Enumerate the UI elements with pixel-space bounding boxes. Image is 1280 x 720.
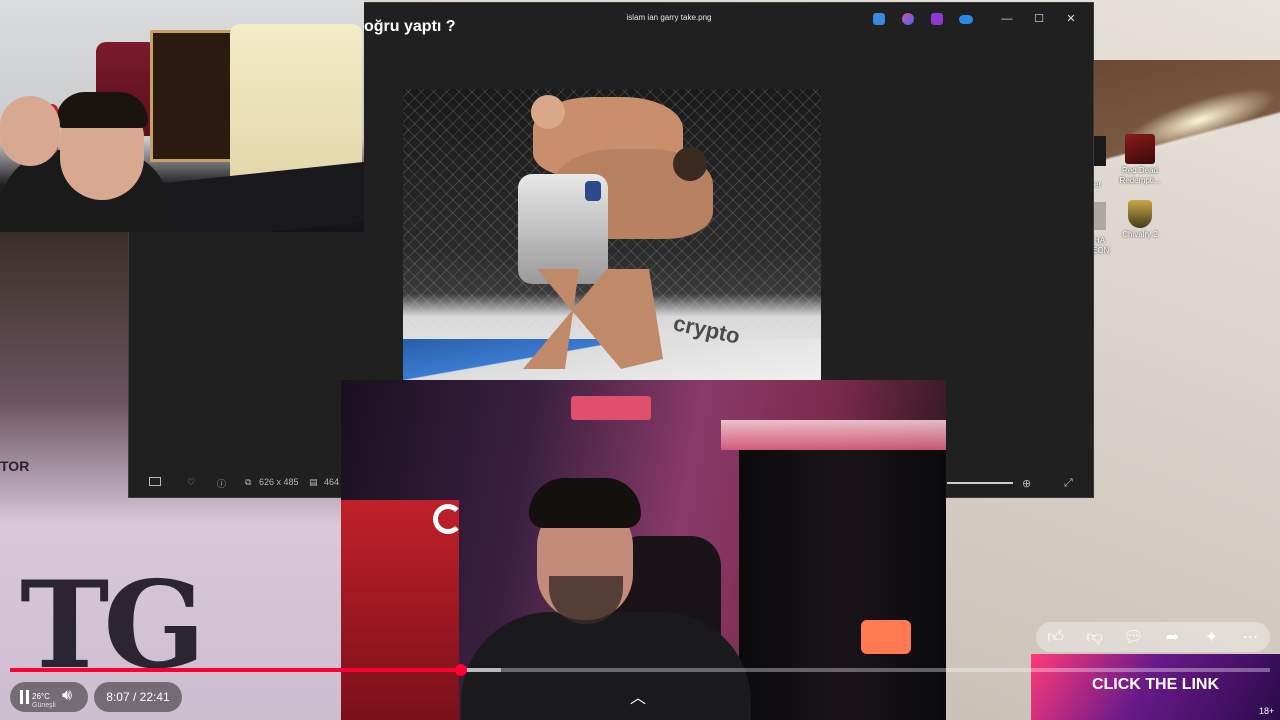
pause-icon[interactable] [18,690,32,704]
desktop-icon-partial-label-2: HA [1094,236,1106,245]
wall-tapestry [150,30,236,162]
file-size-icon: ▤ [309,477,318,487]
info-icon[interactable]: ⓘ [217,477,226,490]
background-shirt-brand: TOR [0,458,30,474]
clipchamp-icon[interactable] [931,13,943,25]
mic-light [861,620,911,654]
remix-icon[interactable]: ✦ [1199,627,1225,647]
action-bar: 👍︎ 👎︎ 💬︎ ➦ ✦ ⋯ [1036,622,1270,652]
like-icon[interactable]: 👍︎ [1043,628,1069,647]
desktop-icon-partial-2[interactable] [1092,202,1106,230]
desktop-icon-partial-label-3: EON [1092,246,1110,255]
favorite-icon[interactable]: ♡ [187,477,195,488]
chivalry-label: Chivalry 2 [1122,230,1158,239]
ufc-photo: crypto [403,89,821,381]
close-button[interactable]: ✕ [1061,11,1081,27]
streamer-hair [56,92,148,128]
maximize-button[interactable]: ☐ [1029,11,1049,27]
air-conditioner [571,396,651,420]
promo-text: CLICK THE LINK [1091,676,1220,693]
onedrive-icon[interactable] [959,15,973,24]
dislike-icon[interactable]: 👎︎ [1082,628,1108,647]
video-heading-text: oğru yaptı ? [364,18,456,35]
designer-icon[interactable] [873,13,885,25]
ceiling-light-strip [721,420,946,450]
fighter-top-head [531,95,565,129]
volume-icon[interactable]: 🔊︎ [62,687,72,705]
promo-banner[interactable]: CLICK THE LINK 18+ [1031,654,1280,720]
streamer2-body [461,612,751,720]
copilot-icon[interactable] [902,13,914,25]
comment-icon[interactable]: 💬︎ [1121,627,1147,647]
red-dead-label: Red Dead Redempti... [1119,166,1161,185]
streamer-hand [0,96,60,166]
time-display: 8:07 / 22:41 [94,682,182,712]
progress-scrubber[interactable] [454,664,467,676]
zoom-slider[interactable] [947,482,1013,484]
weather-temp: 26°C [32,692,50,701]
progress-played [10,668,461,672]
flag-crescent [433,504,463,534]
zoom-in-icon[interactable]: ⊕ [1022,477,1031,490]
fullscreen-icon[interactable]: ⤢ [1064,477,1073,490]
progress-bar[interactable] [10,664,1270,676]
share-icon[interactable]: ➦ [1160,627,1186,647]
minimize-button[interactable]: — [997,11,1017,27]
filmstrip-icon[interactable] [149,477,161,486]
desktop-icon-partial-label: er [1094,180,1102,189]
window-curtain [739,450,946,720]
chevron-up-icon[interactable]: ︿ [630,684,646,708]
fighter-bottom-head [673,147,707,181]
desktop-icon-chivalry[interactable]: Chivalry 2 [1118,200,1162,246]
background-shirt-print: TG [20,555,206,696]
streamer2-hair [529,478,641,528]
dimensions-icon: ⧉ [245,477,252,487]
play-controls: 26°C Güneşli 🔊︎ [10,682,88,712]
file-size-text: 464 [324,477,340,487]
dimensions-text: 626 x 485 [259,477,299,487]
streamer-webcam-top [0,0,364,232]
chivalry-icon [1128,200,1152,228]
turkish-flag [341,500,459,720]
weather-condition: Güneşli [32,702,56,709]
desktop-icon-red-dead[interactable]: Red Dead Redempti... [1118,134,1162,190]
red-dead-icon [1125,134,1155,164]
more-icon[interactable]: ⋯ [1238,627,1264,647]
age-rating: 18+ [1259,706,1275,716]
viewer-title: islam ian garry take.png [626,13,712,22]
fighter-glove [585,181,601,201]
